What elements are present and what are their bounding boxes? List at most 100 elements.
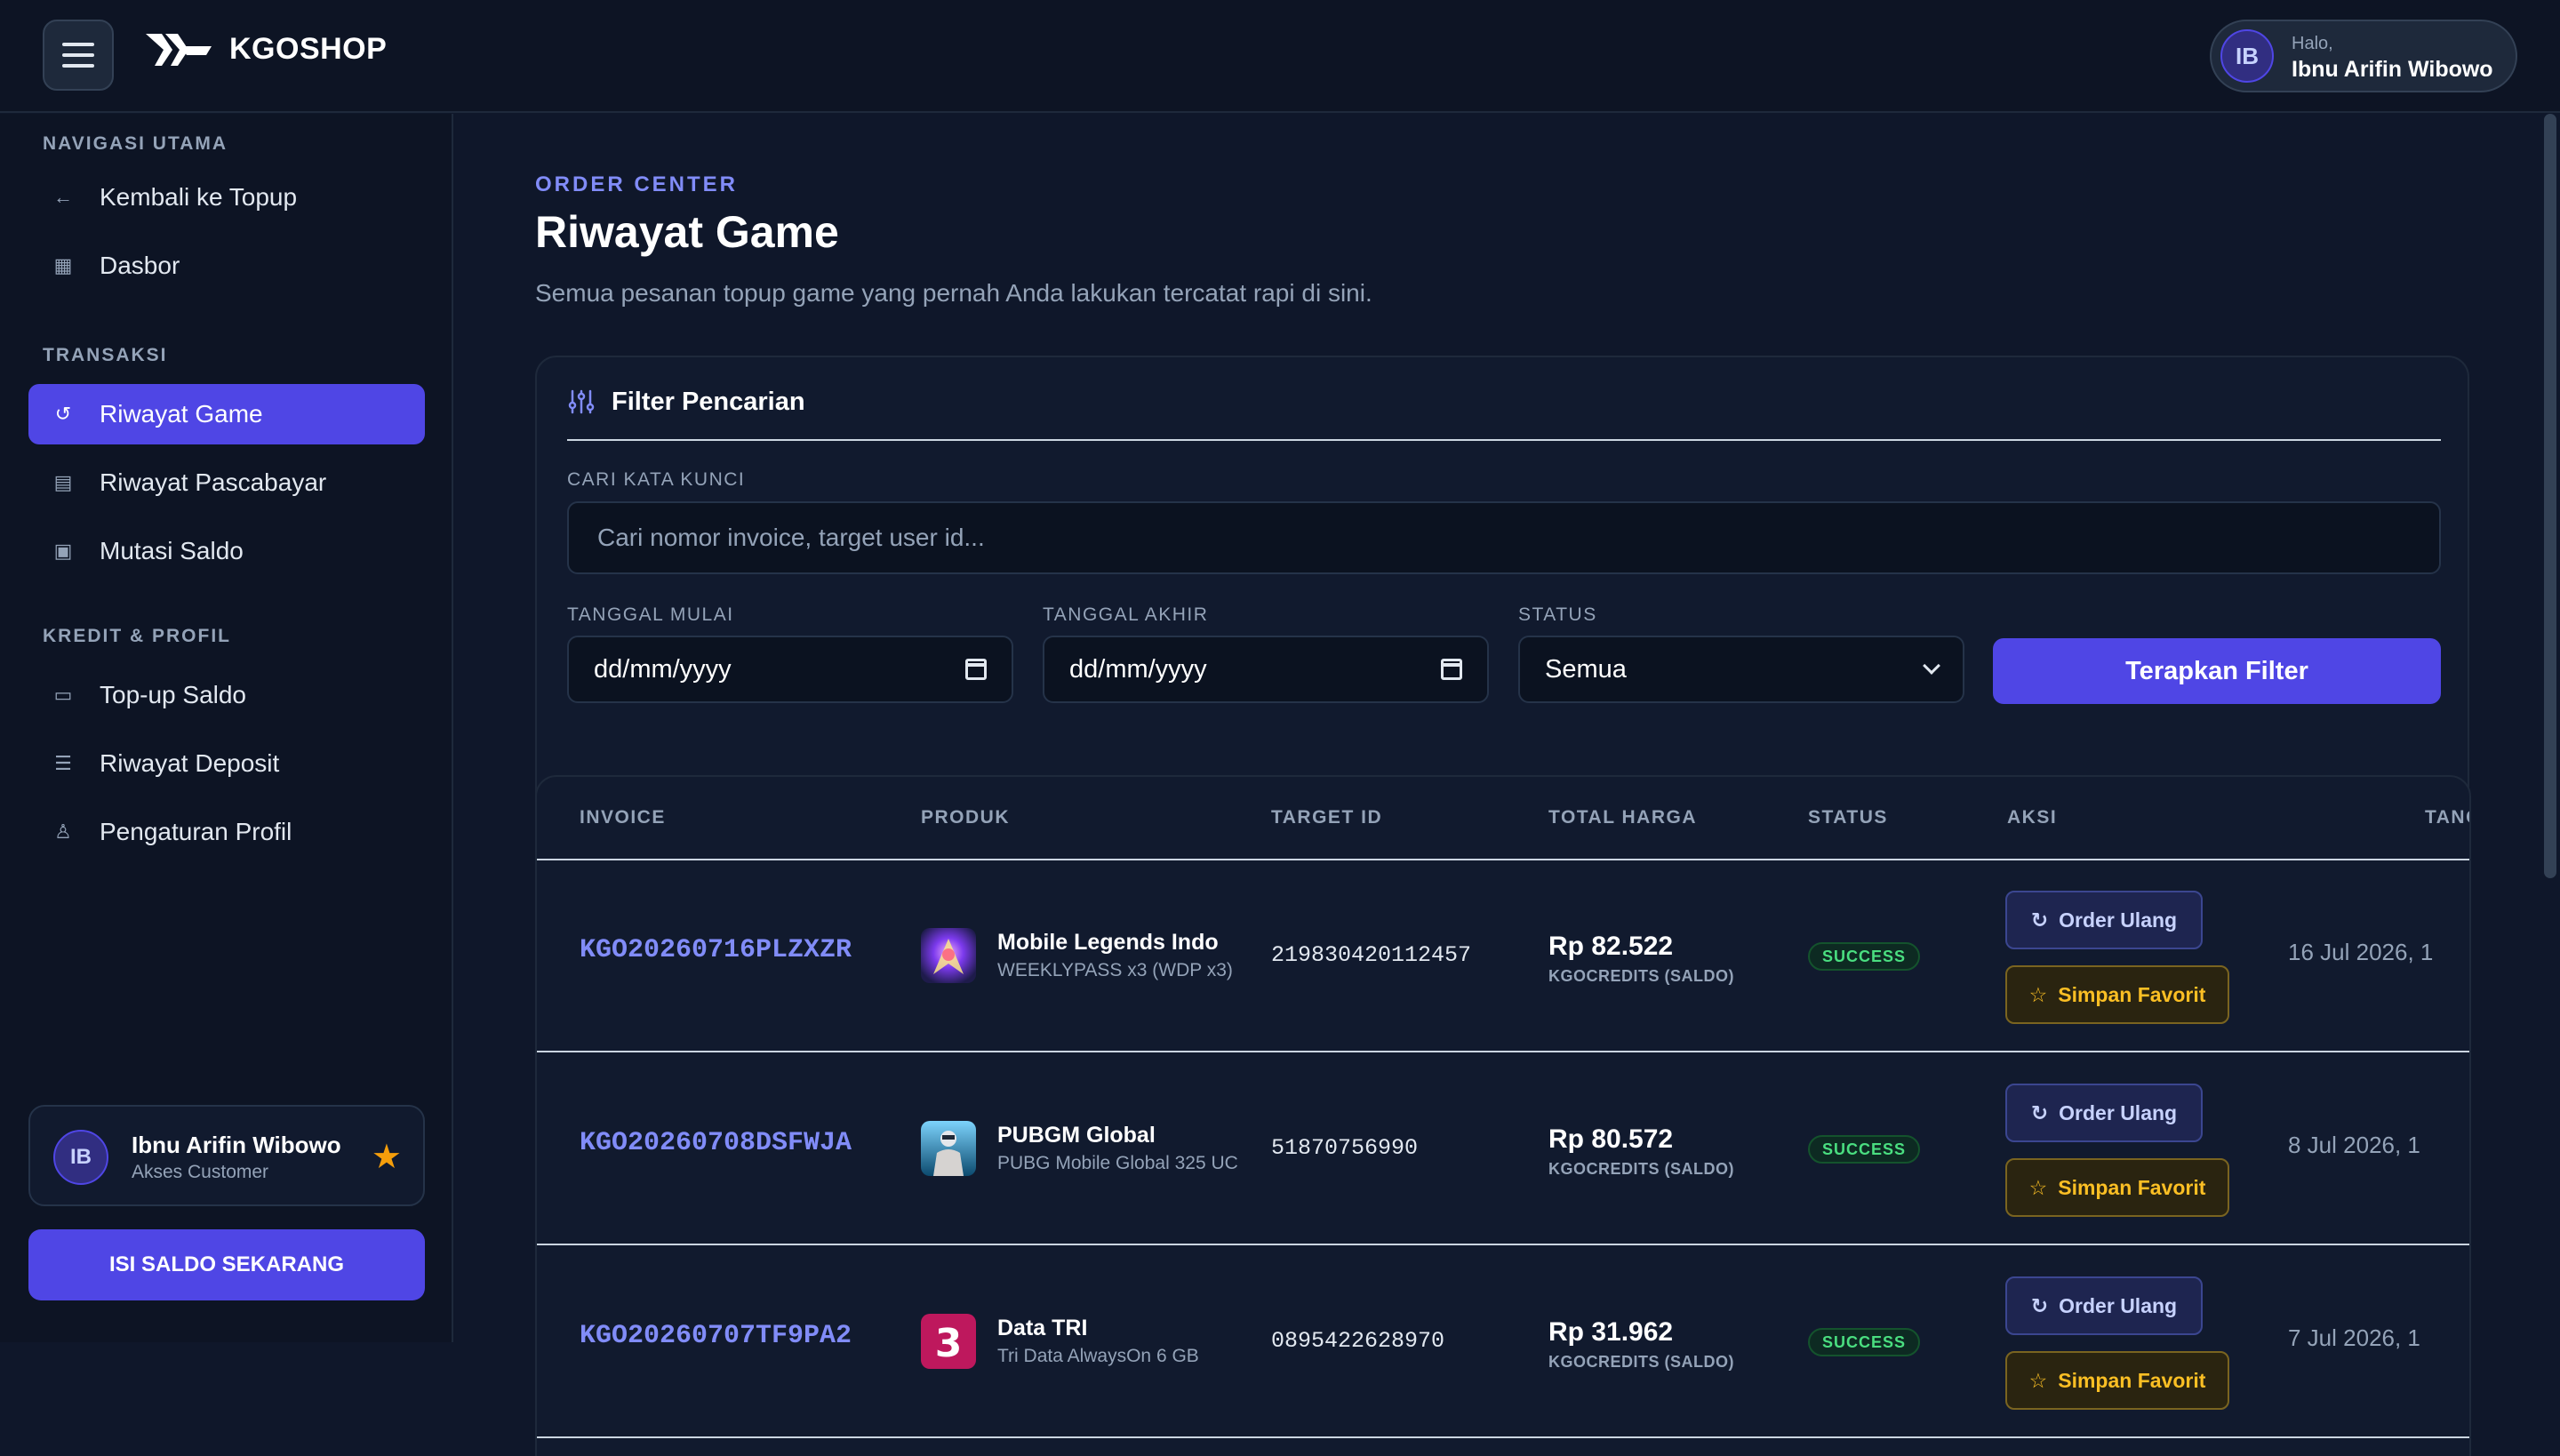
end-date-input[interactable]: dd/mm/yyyy [1043, 636, 1489, 703]
user-icon: ♙ [54, 820, 72, 843]
table-row: KGO20260716PLZXZR Mobile Legends Indo WE… [537, 860, 2469, 1052]
topup-balance-button[interactable]: ISI SALDO SEKARANG [28, 1229, 425, 1300]
orders-table: INVOICE PRODUK TARGET ID TOTAL HARGA STA… [535, 775, 2471, 1456]
refresh-icon: ↻ [2030, 1100, 2049, 1124]
filter-header: Filter Pencarian [567, 388, 2441, 441]
column-header: INVOICE [580, 807, 666, 828]
end-date-value: dd/mm/yyyy [1069, 654, 1207, 684]
sidebar-item-riwayat-deposit[interactable]: ☰ Riwayat Deposit [28, 733, 425, 794]
save-favorite-button[interactable]: ☆ Simpan Favorit [2005, 965, 2229, 1024]
main-content: ORDER CENTER Riwayat Game Semua pesanan … [455, 114, 2560, 1456]
column-header: STATUS [1808, 807, 1888, 828]
star-icon: ★ [371, 1139, 402, 1176]
calendar-icon[interactable] [965, 659, 987, 680]
order-date: 8 Jul 2026, 1 [2288, 1132, 2420, 1158]
payment-method: KGOCREDITS (SALDO) [1548, 1160, 1734, 1178]
tri-thumbnail: 3 [921, 1314, 976, 1369]
sidebar-item-label: Riwayat Deposit [100, 749, 280, 777]
reorder-button[interactable]: ↻ Order Ulang [2005, 1084, 2203, 1142]
avatar: IB [2220, 29, 2274, 83]
invoice-link[interactable]: KGO20260707TF9PA2 [580, 1321, 852, 1351]
order-date: 16 Jul 2026, 1 [2288, 939, 2434, 965]
nav-section-title: TRANSAKSI [43, 345, 168, 365]
wallet-icon: ▭ [53, 684, 73, 706]
chevron-down-icon [1923, 657, 1940, 675]
star-outline-icon: ☆ [2028, 1368, 2048, 1392]
product-name: Data TRI [997, 1316, 1088, 1340]
history-icon: ↺ [54, 403, 72, 425]
page-subtitle: Semua pesanan topup game yang pernah And… [535, 279, 1372, 307]
logo-icon [146, 34, 212, 66]
start-date-label: TANGGAL MULAI [567, 604, 734, 625]
sidebar-item-pengaturan-profil[interactable]: ♙ Pengaturan Profil [28, 802, 425, 862]
status-badge: SUCCESS [1808, 1328, 1921, 1356]
sidebar-item-kembali-ke-topup[interactable]: ← Kembali ke Topup [28, 167, 425, 228]
column-header: TOTAL HARGA [1548, 807, 1697, 828]
table-header: INVOICE PRODUK TARGET ID TOTAL HARGA STA… [537, 777, 2469, 860]
mobile-legends-thumbnail [921, 928, 976, 983]
sidebar-item-dasbor[interactable]: ▦ Dasbor [28, 236, 425, 296]
user-menu[interactable]: IB Halo, Ibnu Arifin Wibowo [2210, 20, 2517, 92]
refresh-icon: ↻ [2030, 908, 2049, 932]
profile-card[interactable]: IB Ibnu Arifin Wibowo Akses Customer ★ [28, 1105, 425, 1206]
total-price: Rp 82.522 [1548, 932, 1674, 961]
menu-button[interactable] [43, 20, 114, 91]
sidebar-item-label: Pengaturan Profil [100, 818, 292, 845]
filter-title: Filter Pencarian [612, 388, 805, 416]
sidebar-item-top-up-saldo[interactable]: ▭ Top-up Saldo [28, 665, 425, 725]
filter-panel: Filter Pencarian CARI KATA KUNCI TANGGAL… [535, 356, 2469, 844]
profile-role: Akses Customer [132, 1162, 269, 1182]
status-select[interactable]: Semua [1518, 636, 1964, 703]
list-icon: ☰ [54, 752, 72, 774]
table-row: KGO20260708DSFWJA PUBGM Global PUBG Mobi… [537, 1053, 2469, 1245]
payment-method: KGOCREDITS (SALDO) [1548, 1353, 1734, 1371]
reorder-button[interactable]: ↻ Order Ulang [2005, 891, 2203, 949]
sidebar-item-riwayat-pascabayar[interactable]: ▤ Riwayat Pascabayar [28, 452, 425, 513]
search-input[interactable] [567, 501, 2441, 574]
hamburger-icon-line [62, 64, 94, 68]
arrow-left-icon: ← [53, 186, 73, 208]
star-outline-icon: ☆ [2028, 982, 2048, 1006]
sidebar-item-label: Riwayat Pascabayar [100, 468, 327, 496]
favorite-label: Simpan Favorit [2058, 1175, 2206, 1199]
invoice-link[interactable]: KGO20260708DSFWJA [580, 1128, 852, 1158]
calendar-icon[interactable] [1441, 659, 1462, 680]
nav-section-title: KREDIT & PROFIL [43, 626, 231, 646]
order-date: 7 Jul 2026, 1 [2288, 1324, 2420, 1351]
greeting: Halo, [2292, 34, 2333, 53]
brand-logo[interactable]: KGOSHOP [142, 27, 387, 71]
sidebar-item-label: Top-up Saldo [100, 681, 247, 708]
sidebar-item-label: Riwayat Game [100, 400, 263, 428]
column-header: TANG [2425, 807, 2469, 828]
column-header: AKSI [2007, 807, 2058, 828]
invoice-link[interactable]: KGO20260716PLZXZR [580, 935, 852, 965]
nav-section-title: NAVIGASI UTAMA [43, 133, 228, 154]
refresh-icon: ↻ [2030, 1293, 2049, 1317]
start-date-input[interactable]: dd/mm/yyyy [567, 636, 1013, 703]
sidebar-item-riwayat-game[interactable]: ↺ Riwayat Game [28, 384, 425, 444]
product-variant: WEEKLYPASS x3 (WDP x3) [997, 960, 1233, 980]
hamburger-icon-line [62, 43, 94, 46]
table-row: KGO20260707TF9PA2 3 Data TRI Tri Data Al… [537, 1246, 2469, 1438]
keyword-label: CARI KATA KUNCI [567, 469, 746, 490]
start-date-value: dd/mm/yyyy [594, 654, 732, 684]
page-eyebrow: ORDER CENTER [535, 172, 739, 196]
payment-method: KGOCREDITS (SALDO) [1548, 967, 1734, 985]
avatar: IB [53, 1130, 108, 1185]
user-name: Ibnu Arifin Wibowo [2292, 57, 2493, 82]
sidebar-item-mutasi-saldo[interactable]: ▣ Mutasi Saldo [28, 521, 425, 581]
apply-filter-button[interactable]: Terapkan Filter [1993, 638, 2441, 704]
target-id: 219830420112457 [1271, 942, 1472, 968]
save-favorite-button[interactable]: ☆ Simpan Favorit [2005, 1351, 2229, 1410]
status-badge: SUCCESS [1808, 942, 1921, 971]
grid-icon: ▦ [53, 254, 73, 276]
brand-name: KGOSHOP [229, 31, 388, 66]
sidebar-item-label: Kembali ke Topup [100, 183, 298, 211]
sidebar-item-label: Mutasi Saldo [100, 537, 244, 564]
save-favorite-button[interactable]: ☆ Simpan Favorit [2005, 1158, 2229, 1217]
reorder-label: Order Ulang [2059, 908, 2178, 932]
page-scrollbar[interactable] [2544, 114, 2556, 878]
reorder-button[interactable]: ↻ Order Ulang [2005, 1276, 2203, 1335]
favorite-label: Simpan Favorit [2058, 1368, 2206, 1392]
status-label: STATUS [1518, 604, 1597, 625]
